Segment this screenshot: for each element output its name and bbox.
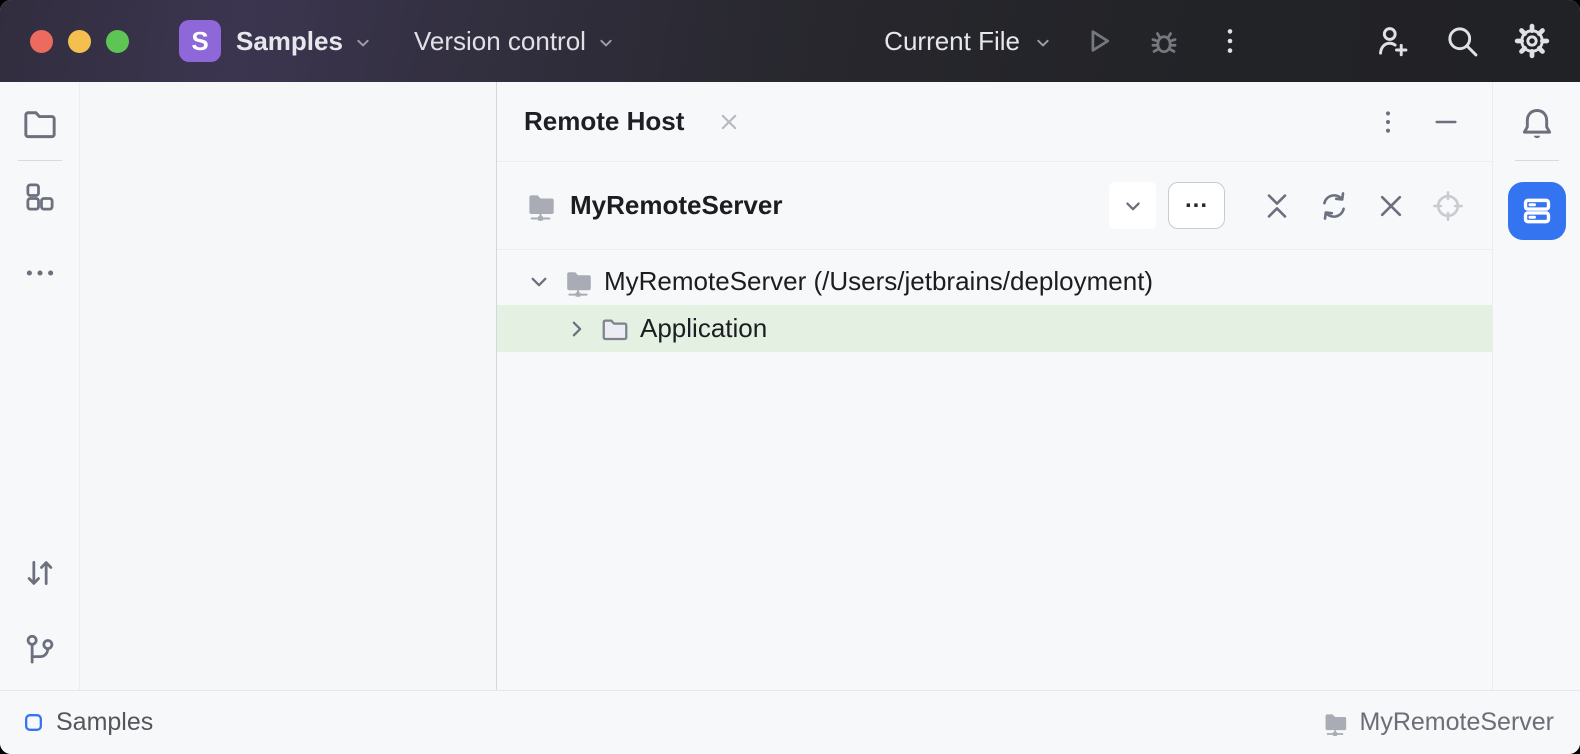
run-configuration-selector[interactable]: Current File <box>884 26 1054 57</box>
window-controls <box>30 30 129 53</box>
kebab-menu-icon <box>1214 25 1246 57</box>
structure-icon <box>23 180 57 214</box>
locate-file-button[interactable] <box>1426 184 1470 228</box>
git-branch-icon <box>23 632 57 666</box>
close-icon <box>716 109 742 135</box>
project-name: Samples <box>236 26 343 57</box>
main-area: Remote Host <box>0 82 1580 690</box>
remote-host-toolwindow-button[interactable] <box>1508 182 1566 240</box>
chevron-right-icon <box>563 315 591 343</box>
titlebar-right-actions <box>1370 19 1554 63</box>
collapse-all-button[interactable] <box>1255 184 1299 228</box>
collapse-all-icon <box>1261 190 1293 222</box>
transfer-toolwindow-button[interactable] <box>17 550 63 596</box>
run-configuration-label: Current File <box>884 26 1020 57</box>
project-toolwindow-button[interactable] <box>17 101 63 147</box>
workspace-icon <box>22 711 45 734</box>
more-actions-button[interactable] <box>1208 19 1252 63</box>
disconnect-button[interactable] <box>1369 184 1413 228</box>
remote-file-tree: MyRemoteServer (/Users/jetbrains/deploym… <box>497 250 1492 690</box>
play-icon <box>1081 24 1115 58</box>
toolwindow-options-button[interactable] <box>1366 100 1410 144</box>
add-user-icon <box>1374 23 1410 59</box>
swap-vertical-icon <box>23 556 57 590</box>
bell-icon <box>1519 106 1555 142</box>
gear-icon <box>1514 23 1550 59</box>
git-toolwindow-button[interactable] <box>17 626 63 672</box>
code-with-me-button[interactable] <box>1370 19 1414 63</box>
left-toolwindow-strip <box>0 82 80 690</box>
vcs-menu[interactable]: Version control <box>414 26 617 57</box>
statusbar-project-label: Samples <box>56 708 153 737</box>
search-everywhere-button[interactable] <box>1440 19 1484 63</box>
remote-host-toolwindow: Remote Host <box>496 82 1492 690</box>
browse-server-config-button[interactable]: ... <box>1168 182 1225 229</box>
kebab-menu-icon <box>1373 107 1403 137</box>
run-button[interactable] <box>1076 19 1120 63</box>
strip-divider <box>18 160 62 161</box>
remote-host-toolbar: MyRemoteServer ... <box>497 162 1492 250</box>
tree-node-label: MyRemoteServer (/Users/jetbrains/deploym… <box>604 266 1153 297</box>
toolwindow-title: Remote Host <box>524 106 684 137</box>
tree-row-server-root[interactable]: MyRemoteServer (/Users/jetbrains/deploym… <box>497 258 1492 305</box>
project-panel <box>80 82 496 690</box>
chevron-down-icon <box>352 32 374 54</box>
chevron-down-icon <box>1032 32 1054 54</box>
statusbar: Samples MyRemoteServer <box>0 690 1580 754</box>
chevron-down-icon <box>595 32 617 54</box>
expand-node-toggle[interactable] <box>560 312 594 346</box>
toolwindow-header: Remote Host <box>497 82 1492 162</box>
settings-button[interactable] <box>1510 19 1554 63</box>
minimize-icon <box>1431 107 1461 137</box>
notifications-button[interactable] <box>1514 101 1560 147</box>
bug-icon <box>1147 24 1181 58</box>
close-x-icon <box>1375 190 1407 222</box>
collapse-node-toggle[interactable] <box>522 265 556 299</box>
target-crosshair-icon <box>1432 190 1464 222</box>
ide-window: S Samples Version control Current File <box>0 0 1580 754</box>
more-horizontal-icon <box>23 256 57 290</box>
statusbar-server-widget[interactable]: MyRemoteServer <box>1321 708 1555 737</box>
debug-button[interactable] <box>1142 19 1186 63</box>
minimize-window-button[interactable] <box>68 30 91 53</box>
zoom-window-button[interactable] <box>106 30 129 53</box>
statusbar-project-widget[interactable]: Samples <box>22 708 153 737</box>
hide-toolwindow-button[interactable] <box>1424 100 1468 144</box>
vcs-menu-label: Version control <box>414 26 586 57</box>
structure-toolwindow-button[interactable] <box>17 174 63 220</box>
server-name: MyRemoteServer <box>570 190 782 221</box>
project-menu[interactable]: Samples <box>236 26 374 57</box>
remote-server-icon <box>1321 709 1349 737</box>
strip-divider <box>1515 160 1559 161</box>
folder-icon <box>22 106 58 142</box>
refresh-button[interactable] <box>1312 184 1356 228</box>
statusbar-server-label: MyRemoteServer <box>1360 708 1555 737</box>
close-window-button[interactable] <box>30 30 53 53</box>
remote-server-icon <box>562 266 594 298</box>
refresh-icon <box>1318 190 1350 222</box>
titlebar: S Samples Version control Current File <box>0 0 1580 82</box>
tree-row-application[interactable]: Application <box>497 305 1492 352</box>
server-stack-icon <box>1520 194 1554 228</box>
search-icon <box>1444 23 1480 59</box>
chevron-down-icon <box>1119 192 1147 220</box>
close-tab-button[interactable] <box>712 105 746 139</box>
folder-icon <box>600 314 630 344</box>
right-toolwindow-strip <box>1492 82 1580 690</box>
run-widget: Current File <box>884 19 1252 63</box>
remote-server-icon <box>524 189 557 222</box>
chevron-down-icon <box>525 268 553 296</box>
server-dropdown-button[interactable] <box>1109 182 1156 229</box>
tree-node-label: Application <box>640 313 767 344</box>
project-badge[interactable]: S <box>179 20 221 62</box>
more-toolwindows-button[interactable] <box>17 250 63 296</box>
